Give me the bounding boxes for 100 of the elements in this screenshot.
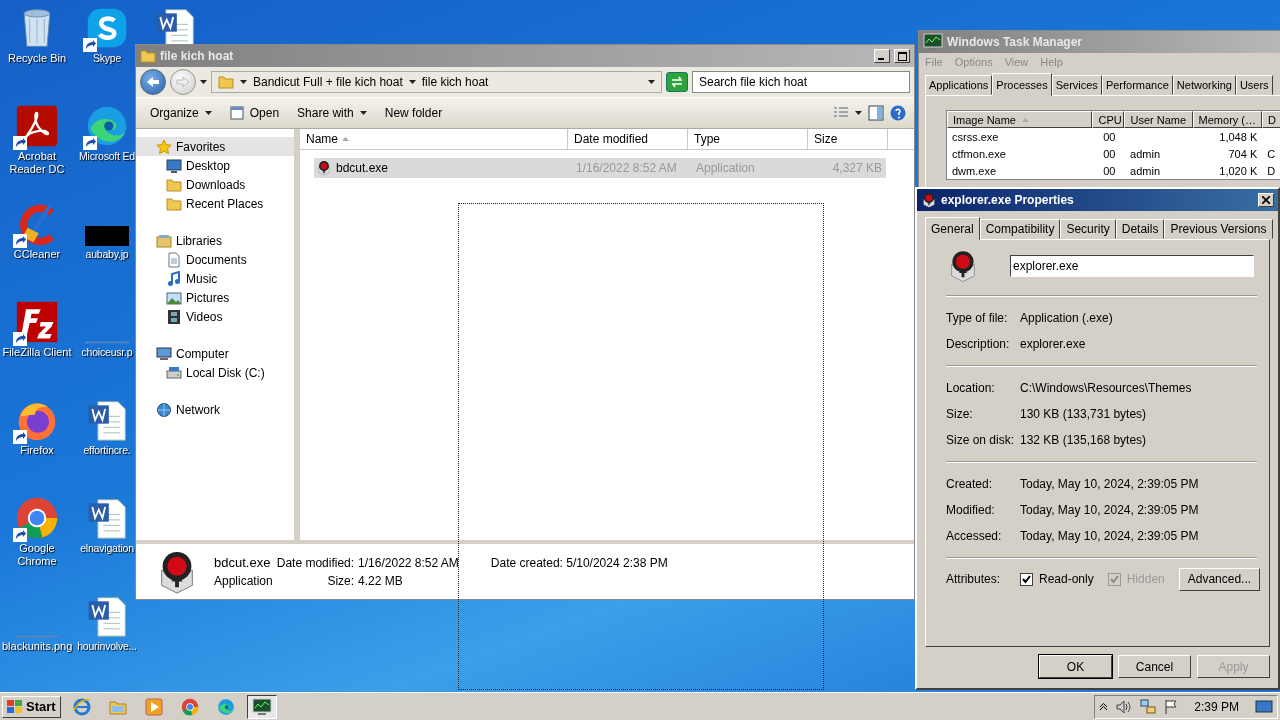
- desktop-icon-label[interactable]: hourinvolve...: [77, 640, 137, 653]
- detail-value: 1/16/2022 8:52 AM: [358, 555, 459, 570]
- tab[interactable]: Previous Versions: [1164, 219, 1273, 239]
- document-icon: [166, 251, 182, 268]
- toolbar-button[interactable]: Share with: [291, 103, 373, 123]
- desktop-icon-label[interactable]: elnavigation: [80, 542, 134, 555]
- column-header[interactable]: Size: [808, 129, 888, 149]
- column-header[interactable]: Type: [688, 129, 808, 149]
- document-app-icon: [15, 104, 59, 148]
- file-name: bdcut.exe: [336, 161, 389, 175]
- network-icon[interactable]: [1140, 698, 1157, 715]
- window-title: explorer.exe Properties: [941, 193, 1075, 207]
- back-arrow-icon: [146, 76, 160, 88]
- toolbar-button[interactable]: New folder: [378, 103, 449, 123]
- property-label: Type of file:: [946, 311, 1009, 325]
- close-button[interactable]: [1258, 193, 1274, 207]
- desktop-icon-label[interactable]: aubaby.jp: [85, 248, 129, 261]
- nav-item[interactable]: Videos: [136, 307, 294, 326]
- property-label: Description:: [946, 337, 1011, 351]
- desktop-icon-label[interactable]: Microsoft Ed: [79, 150, 135, 163]
- nav-item[interactable]: Computer: [136, 344, 294, 363]
- browser-icon: [216, 697, 235, 716]
- column-header[interactable]: Name: [300, 129, 568, 149]
- dialog-button[interactable]: Cancel: [1118, 655, 1191, 678]
- nav-item[interactable]: Pictures: [136, 288, 294, 307]
- desktop-icon-label[interactable]: effortincre.: [83, 444, 131, 457]
- forward-arrow-icon: [176, 76, 190, 88]
- breadcrumb[interactable]: Bandicut Full + file kich hoat: [240, 75, 403, 89]
- nav-item[interactable]: Favorites: [136, 137, 294, 156]
- table-cell: admin: [1130, 164, 1161, 177]
- desktop-icon-label[interactable]: Skype: [92, 52, 122, 65]
- column-header[interactable]: Date modified: [568, 129, 688, 149]
- property-value: 130 KB (133,731 bytes): [1020, 407, 1147, 421]
- advanced-button[interactable]: Advanced...: [1178, 567, 1261, 591]
- help-icon: [890, 105, 906, 121]
- window-title: file kich hoat: [160, 49, 235, 63]
- breadcrumb[interactable]: file kich hoat: [408, 75, 489, 89]
- desktop-icon-label[interactable]: Firefox: [20, 444, 54, 457]
- nav-item[interactable]: Libraries: [136, 231, 294, 250]
- column-header[interactable]: D: [1262, 111, 1280, 128]
- property-value: explorer.exe: [1020, 337, 1086, 351]
- search-field[interactable]: Search file kich hoat: [692, 71, 910, 93]
- table-cell: 00: [1103, 147, 1116, 160]
- tab[interactable]: Processes: [992, 73, 1052, 96]
- tab[interactable]: Details: [1115, 219, 1165, 239]
- chevron-up-icon[interactable]: [1099, 702, 1109, 711]
- desktop-icon-label[interactable]: Recycle Bin: [7, 52, 67, 65]
- column-header[interactable]: Memory (…: [1192, 111, 1263, 128]
- caret-icon: [200, 80, 207, 84]
- tab[interactable]: Compatibility: [979, 219, 1061, 239]
- monitor-icon: [166, 157, 182, 174]
- minimize-button[interactable]: [874, 49, 890, 63]
- library-icon: [156, 232, 172, 249]
- back-button[interactable]: [140, 69, 166, 95]
- nav-item[interactable]: Network: [136, 400, 294, 419]
- column-header[interactable]: User Name: [1124, 111, 1193, 128]
- folder-icon: [140, 48, 156, 64]
- file-name-field[interactable]: explorer.exe: [1010, 255, 1254, 277]
- nav-item[interactable]: Recent Places: [136, 194, 294, 213]
- desktop-icon-label[interactable]: choiceusr.p: [81, 346, 133, 359]
- tab[interactable]: Security: [1060, 219, 1116, 239]
- nav-item[interactable]: Local Disk (C:): [136, 363, 294, 382]
- table-cell: 00: [1103, 164, 1116, 177]
- tab[interactable]: Performance: [1101, 75, 1173, 95]
- nav-item[interactable]: Documents: [136, 250, 294, 269]
- nav-item[interactable]: Downloads: [136, 175, 294, 194]
- maximize-button[interactable]: [894, 49, 910, 63]
- toolbar-button[interactable]: Organize: [144, 103, 218, 123]
- tab[interactable]: General: [925, 217, 980, 240]
- caret-icon: [648, 80, 655, 84]
- desktop-icon-label[interactable]: blackunits.png: [2, 640, 72, 653]
- file-row[interactable]: bdcut.exe 1/16/2022 8:52 AM Application 4,327 KB: [314, 158, 886, 178]
- show-desktop-icon[interactable]: [1255, 699, 1273, 714]
- desktop-icon-label[interactable]: Google Chrome: [2, 542, 72, 568]
- tab[interactable]: Users: [1235, 75, 1273, 95]
- clock[interactable]: 2:39 PM: [1194, 699, 1239, 714]
- table-cell-text: 4,327 KB: [831, 161, 883, 175]
- caret-icon: [204, 111, 212, 115]
- tab[interactable]: Networking: [1172, 75, 1236, 95]
- property-label: Size:: [946, 407, 974, 421]
- tab[interactable]: Applications: [925, 75, 993, 95]
- nav-item[interactable]: Desktop: [136, 156, 294, 175]
- desktop-icon-label[interactable]: FileZilla Client: [2, 346, 72, 359]
- column-header[interactable]: CPU: [1092, 111, 1125, 128]
- refresh-button[interactable]: [666, 72, 688, 92]
- start-button[interactable]: Start: [2, 695, 61, 718]
- speaker-icon[interactable]: [1116, 699, 1133, 714]
- desktop-icon-label[interactable]: Acrobat Reader DC: [2, 150, 72, 176]
- browser-icon: [180, 697, 199, 716]
- flag-icon[interactable]: [1164, 698, 1179, 715]
- disk-icon: [166, 364, 182, 381]
- checkbox[interactable]: [1020, 572, 1033, 586]
- taskbar-button[interactable]: [246, 694, 277, 719]
- toolbar-button[interactable]: Open: [223, 103, 286, 123]
- tab[interactable]: Services: [1051, 75, 1102, 95]
- address-bar[interactable]: Bandicut Full + file kich hoat file kich hoat: [211, 71, 662, 93]
- dialog-button[interactable]: OK: [1039, 655, 1112, 678]
- column-header[interactable]: Image Name: [947, 111, 1093, 128]
- desktop-icon-label[interactable]: CCleaner: [13, 248, 61, 261]
- nav-item[interactable]: Music: [136, 269, 294, 288]
